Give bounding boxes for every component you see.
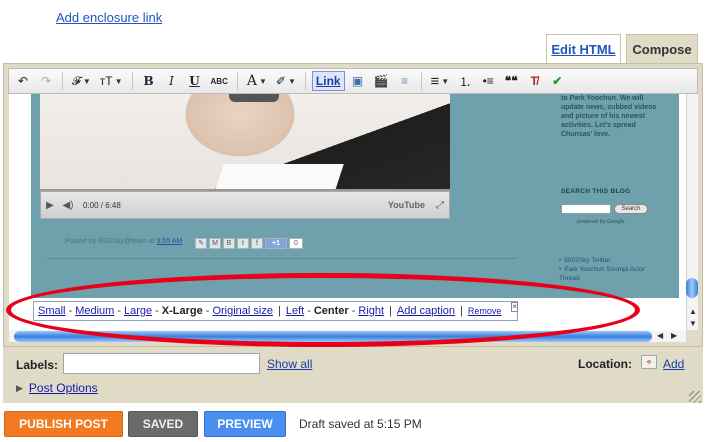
image-size-toolbar: Small - Medium - Large - X-Large - Original … xyxy=(33,301,519,321)
size-medium-link[interactable]: Medium xyxy=(75,305,114,317)
share-buttons: ✎ M B t f +1 0 xyxy=(195,237,303,249)
size-large-link[interactable]: Large xyxy=(124,305,152,317)
blog-share-icon: B xyxy=(223,237,235,249)
post-footer: Posted by 6002sky@team at 3:55 AM xyxy=(65,238,182,245)
youtube-logo[interactable]: YouTube xyxy=(388,200,425,210)
size-xlarge-selected: X-Large xyxy=(161,305,203,317)
powered-by-google: powered by Google xyxy=(577,219,625,225)
text-color-button[interactable]: A ▼ xyxy=(244,71,270,91)
show-all-labels-link[interactable]: Show all xyxy=(267,357,312,371)
labels-label: Labels: xyxy=(16,358,59,372)
toolbar-divider xyxy=(420,72,422,90)
draft-status: Draft saved at 5:15 PM xyxy=(299,417,422,431)
sidebar-about-text: to Park Yoochun. We will update news, su… xyxy=(561,95,657,138)
email-share-icon: M xyxy=(209,237,221,249)
chevron-down-icon: ▼ xyxy=(82,76,91,86)
saved-button[interactable]: SAVED xyxy=(128,411,198,437)
sidebar-search-input xyxy=(561,204,611,214)
plus-one-count: 0 xyxy=(289,237,303,249)
font-family-button[interactable]: 𝓕 ▼ xyxy=(69,71,94,91)
insert-image-icon[interactable]: ▣ xyxy=(348,71,368,91)
insert-video-icon[interactable]: 🎬 xyxy=(371,71,392,91)
play-icon[interactable]: ▶ xyxy=(41,200,59,211)
post-options-toggle[interactable]: ▶ Post Options xyxy=(16,381,98,395)
redo-icon[interactable]: ↷ xyxy=(36,71,56,91)
numbered-list-icon[interactable]: ⒈ xyxy=(455,71,475,91)
location-label: Location: xyxy=(578,357,632,371)
link-button[interactable]: Link xyxy=(311,71,345,91)
chevron-down-icon: ▼ xyxy=(441,76,450,86)
bold-button[interactable]: B xyxy=(139,71,159,91)
close-icon[interactable]: × xyxy=(511,302,519,312)
align-center-selected: Center xyxy=(313,305,349,317)
scroll-down-arrow-icon[interactable]: ▼ xyxy=(689,319,697,328)
toolbar-divider xyxy=(304,72,306,90)
font-size-icon: тT xyxy=(99,74,113,88)
jump-break-icon[interactable]: ≡ xyxy=(395,71,415,91)
expand-triangle-icon: ▶ xyxy=(16,382,23,393)
highlight-button[interactable]: ✐ ▼ xyxy=(273,71,299,91)
post-options-link[interactable]: Post Options xyxy=(29,381,98,395)
font-size-button[interactable]: тT ▼ xyxy=(97,71,126,91)
size-small-link[interactable]: Small xyxy=(38,305,66,317)
text-color-icon: A xyxy=(246,73,257,89)
pencil-icon: ✎ xyxy=(195,237,207,249)
sidebar-link: Park Yoochun Soompi Actor Thread xyxy=(559,265,649,283)
plus-one-button: +1 xyxy=(265,237,287,249)
align-right-link[interactable]: Right xyxy=(358,305,384,317)
facebook-share-icon: f xyxy=(251,237,263,249)
twitter-share-icon: t xyxy=(237,237,249,249)
clear-formatting-icon[interactable]: T̸ xyxy=(524,71,544,91)
toolbar-divider xyxy=(131,72,133,90)
video-player-controls: ▶ ◀) 0:00 / 6:48 YouTube ⤢ xyxy=(40,191,450,219)
preview-button[interactable]: PREVIEW xyxy=(204,411,286,437)
vertical-scroll-thumb[interactable] xyxy=(686,278,698,298)
tab-edit-html[interactable]: Edit HTML xyxy=(546,34,621,64)
sidebar-search-button: Search xyxy=(614,204,648,214)
remove-link[interactable]: Remove xyxy=(468,306,502,316)
chevron-down-icon: ▼ xyxy=(287,76,296,86)
scroll-left-arrow-icon[interactable]: ◀ xyxy=(657,331,663,340)
quote-icon[interactable]: ❝❝ xyxy=(501,71,521,91)
size-original-link[interactable]: Original size xyxy=(212,305,273,317)
scroll-up-arrow-icon[interactable]: ▲ xyxy=(689,307,697,316)
editor-toolbar: ↶ ↷ 𝓕 ▼ тT ▼ B I U ABC A ▼ ✐ ▼ Link ▣ 🎬 ≡ ≡ ▼… xyxy=(8,68,698,94)
map-pin-icon[interactable]: ⌖ xyxy=(641,355,657,369)
video-time: 0:00 / 6:48 xyxy=(83,200,121,210)
scroll-right-arrow-icon[interactable]: ▶ xyxy=(671,331,677,340)
alignment-button[interactable]: ≡ ▼ xyxy=(428,71,453,91)
highlight-icon: ✐ xyxy=(275,74,286,88)
undo-icon[interactable]: ↶ xyxy=(13,71,33,91)
posted-by-text: Posted by 6002sky@team at xyxy=(65,238,155,245)
spellcheck-icon[interactable]: ✔ xyxy=(547,71,567,91)
bullet-list-icon[interactable]: •≡ xyxy=(478,71,498,91)
underline-button[interactable]: U xyxy=(185,71,205,91)
chevron-down-icon: ▼ xyxy=(259,76,267,86)
strikethrough-button[interactable]: ABC xyxy=(208,71,231,91)
volume-icon[interactable]: ◀) xyxy=(59,200,77,211)
video-top-handle xyxy=(229,94,279,102)
toolbar-divider xyxy=(62,72,63,90)
post-divider xyxy=(47,258,517,259)
sidebar-links: 6002Sky Twitter Park Yoochun Soompi Acto… xyxy=(559,256,649,283)
add-enclosure-link[interactable]: Add enclosure link xyxy=(56,10,162,25)
publish-post-button[interactable]: PUBLISH POST xyxy=(4,411,123,437)
fullscreen-icon[interactable]: ⤢ xyxy=(431,200,449,211)
toolbar-divider xyxy=(236,72,238,90)
add-caption-link[interactable]: Add caption xyxy=(397,305,455,317)
font-icon: 𝓕 xyxy=(72,73,81,88)
posted-time-link: 3:55 AM xyxy=(156,238,183,245)
align-icon: ≡ xyxy=(430,72,440,90)
italic-button[interactable]: I xyxy=(162,71,182,91)
chevron-down-icon: ▼ xyxy=(114,76,123,86)
labels-input[interactable] xyxy=(63,353,260,374)
add-location-link[interactable]: Add xyxy=(663,357,684,371)
horizontal-scroll-thumb[interactable] xyxy=(14,331,652,342)
editor-content-area[interactable]: ▶ ◀) 0:00 / 6:48 YouTube ⤢ Posted by 600… xyxy=(9,94,686,330)
sidebar-link: 6002Sky Twitter xyxy=(559,256,649,265)
tab-compose[interactable]: Compose xyxy=(626,34,698,64)
resize-grip-icon[interactable] xyxy=(689,391,701,403)
align-left-link[interactable]: Left xyxy=(286,305,304,317)
sidebar-search-title: SEARCH THIS BLOG xyxy=(561,188,631,195)
